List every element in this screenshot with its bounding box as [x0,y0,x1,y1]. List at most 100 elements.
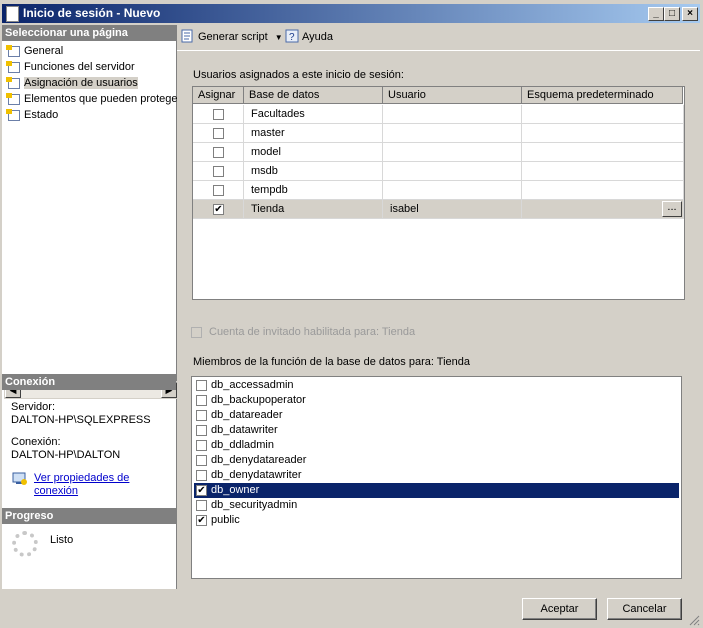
schema-cell[interactable] [522,162,684,181]
assign-checkbox[interactable] [213,185,224,196]
role-checkbox[interactable] [196,455,207,466]
assign-cell[interactable] [193,143,244,162]
resize-grip-icon[interactable] [688,614,700,626]
view-connection-properties-link-2[interactable]: conexión [34,485,78,497]
assign-checkbox[interactable] [213,166,224,177]
database-cell: Facultades [244,105,383,124]
page-icon [6,109,20,121]
list-item[interactable]: db_securityadmin [194,498,679,513]
table-row[interactable]: Facultades [193,105,684,124]
page-icon [6,61,20,73]
role-checkbox[interactable] [196,380,207,391]
generate-script-label: Generar script [198,31,268,43]
assign-cell[interactable] [193,162,244,181]
role-checkbox[interactable] [196,470,207,481]
close-button[interactable]: × [682,7,698,21]
list-item[interactable]: db_denydatawriter [194,468,679,483]
minimize-button[interactable]: _ [648,7,664,21]
page-item[interactable]: Elementos que pueden protege [6,92,178,107]
page-item[interactable]: Asignación de usuarios [6,76,138,91]
user-cell[interactable] [383,181,522,200]
svg-text:?: ? [289,32,295,43]
list-item[interactable]: ✔ db_owner [194,483,679,498]
progress-status: Listo [50,534,74,546]
connection-label: Conexión: [11,436,61,448]
assign-checkbox[interactable] [213,147,224,158]
assign-checkbox[interactable] [213,109,224,120]
page-item[interactable]: General [6,44,63,59]
column-header[interactable]: Asignar [193,87,244,104]
role-checkbox[interactable]: ✔ [196,515,207,526]
generate-script-button[interactable]: Generar script ▼ [181,29,283,46]
title-bar[interactable]: Inicio de sesión - Nuevo _ □ × [2,4,700,23]
role-name: db_backupoperator [211,394,306,406]
assign-checkbox[interactable] [213,128,224,139]
view-connection-properties-link[interactable]: Ver propiedades de [34,472,129,484]
assign-checkbox[interactable]: ✔ [213,204,224,215]
connection-header: Conexión [2,374,176,390]
guest-account-label: Cuenta de invitado habilitada para: Tien… [209,326,416,338]
database-cell: Tienda [244,200,383,219]
document-icon [6,6,19,22]
role-name: db_accessadmin [211,379,294,391]
table-row[interactable]: ✔ Tienda isabel... [193,200,684,219]
column-header[interactable]: Esquema predeterminado [522,87,683,104]
user-cell[interactable] [383,105,522,124]
user-cell[interactable] [383,124,522,143]
toolbar: Generar script ▼ ? Ayuda [177,25,700,51]
list-item[interactable]: db_backupoperator [194,393,679,408]
schema-cell[interactable] [522,181,684,200]
list-item[interactable]: db_accessadmin [194,378,679,393]
ok-button[interactable]: Aceptar [522,598,597,620]
role-checkbox[interactable] [196,410,207,421]
role-name: db_denydatawriter [211,469,302,481]
role-checkbox[interactable]: ✔ [196,485,207,496]
page-item[interactable]: Estado [6,108,58,123]
column-header[interactable]: Base de datos [244,87,383,104]
schema-cell[interactable] [522,105,684,124]
table-row[interactable]: tempdb [193,181,684,200]
user-mapping-grid: Asignar Base de datos Usuario Esquema prede… [192,86,685,300]
script-icon [181,29,193,43]
list-item[interactable]: db_denydatareader [194,453,679,468]
chevron-down-icon[interactable]: ▼ [275,33,283,42]
table-row[interactable]: model [193,143,684,162]
role-checkbox[interactable] [196,425,207,436]
role-checkbox[interactable] [196,500,207,511]
column-header[interactable]: Usuario [383,87,522,104]
assign-cell[interactable] [193,105,244,124]
list-item[interactable]: ✔ public [194,513,679,528]
page-item-label: Estado [24,109,59,121]
table-row[interactable]: master [193,124,684,143]
schema-cell[interactable] [522,200,684,219]
list-item[interactable]: db_ddladmin [194,438,679,453]
list-item[interactable]: db_datareader [194,408,679,423]
page-icon [6,93,20,105]
role-checkbox[interactable] [196,395,207,406]
assign-cell[interactable] [193,124,244,143]
role-checkbox[interactable] [196,440,207,451]
page-icon [6,77,20,89]
page-icon [6,45,20,57]
schema-cell[interactable] [522,124,684,143]
page-item-label: General [24,45,64,57]
database-cell: master [244,124,383,143]
table-row[interactable]: msdb [193,162,684,181]
cancel-button[interactable]: Cancelar [607,598,682,620]
help-button[interactable]: ? Ayuda [285,29,333,45]
page-item-label: Funciones del servidor [24,61,135,73]
list-item[interactable]: db_datawriter [194,423,679,438]
user-cell[interactable]: isabel [383,200,522,219]
assign-cell[interactable]: ✔ [193,200,244,219]
browse-schema-button[interactable]: ... [662,201,682,217]
user-cell[interactable] [383,162,522,181]
maximize-button[interactable]: □ [664,7,680,21]
page-item[interactable]: Funciones del servidor [6,60,135,75]
role-name: db_datareader [211,409,283,421]
schema-cell[interactable] [522,143,684,162]
guest-account-checkbox[interactable] [191,327,202,338]
user-cell[interactable] [383,143,522,162]
role-name: db_owner [211,484,260,496]
role-name: public [211,514,240,526]
assign-cell[interactable] [193,181,244,200]
